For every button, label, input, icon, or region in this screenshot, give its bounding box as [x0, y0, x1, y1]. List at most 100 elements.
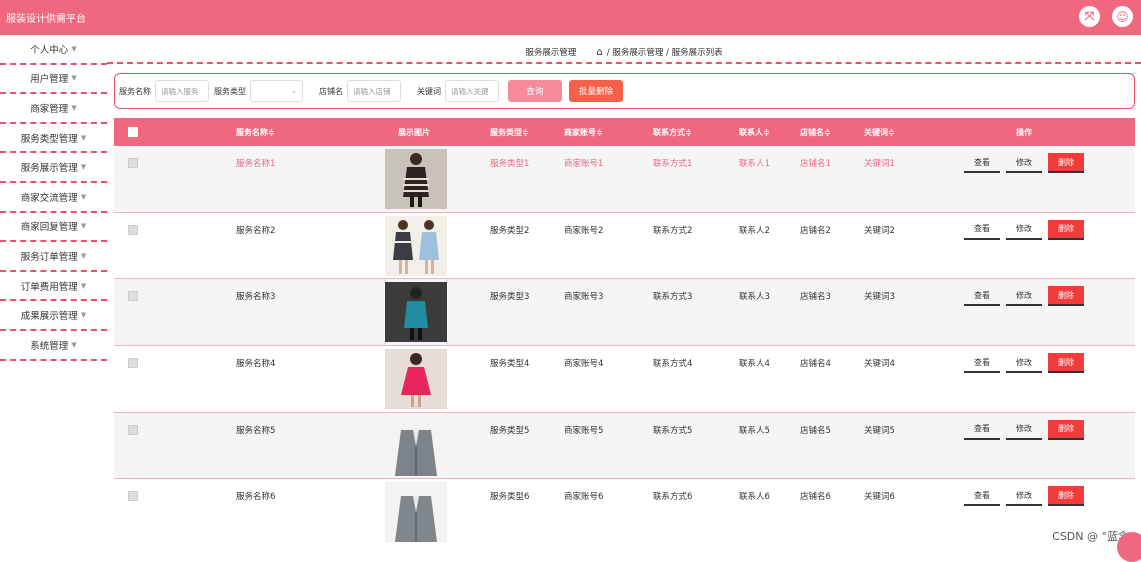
- sidebar-item-service-display[interactable]: 服务展示管理▼: [0, 153, 107, 183]
- sidebar-item-label: 商家管理: [30, 101, 68, 115]
- sidebar-item-system[interactable]: 系统管理▼: [0, 331, 107, 361]
- query-button[interactable]: 查询: [508, 80, 562, 102]
- cell-keyword: 关键词4: [864, 346, 895, 412]
- table-row: 服务名称5 服务类型5 商家账号5 联系方式5 联系人5 店铺名5 关键词5 查…: [114, 413, 1135, 480]
- product-image: [385, 216, 447, 276]
- cell-service-name: 服务名称6: [236, 479, 275, 546]
- service-name-input[interactable]: 请输入服务: [155, 80, 209, 102]
- cell-shop-name: 店铺名5: [800, 413, 831, 479]
- delete-button[interactable]: 删除: [1048, 153, 1084, 173]
- cell-service-type: 服务类型1: [490, 146, 529, 212]
- edit-button[interactable]: 修改: [1006, 486, 1042, 506]
- cell-shop-name: 店铺名6: [800, 479, 831, 546]
- header-keyword[interactable]: 关键词≑: [864, 118, 895, 146]
- select-all-checkbox[interactable]: [128, 127, 138, 137]
- breadcrumb-path[interactable]: / 服务展示管理 / 服务展示列表: [607, 46, 723, 58]
- sidebar-item-label: 订单费用管理: [21, 279, 78, 293]
- view-button[interactable]: 查看: [964, 153, 1000, 173]
- view-button[interactable]: 查看: [964, 420, 1000, 440]
- cell-service-type: 服务类型3: [490, 279, 529, 345]
- view-button[interactable]: 查看: [964, 486, 1000, 506]
- sidebar-item-merchant-reply[interactable]: 商家回复管理▼: [0, 213, 107, 243]
- cell-contact: 联系方式5: [653, 413, 692, 479]
- edit-button[interactable]: 修改: [1006, 420, 1042, 440]
- sidebar-item-merchant-chat[interactable]: 商家交流管理▼: [0, 183, 107, 213]
- cell-contact: 联系方式3: [653, 279, 692, 345]
- user-avatar-icon[interactable]: ☺: [1112, 6, 1133, 27]
- cell-service-type: 服务类型2: [490, 213, 529, 279]
- chevron-down-icon: ▼: [81, 193, 86, 201]
- product-image: [385, 482, 447, 542]
- batch-delete-button[interactable]: 批量删除: [569, 80, 623, 102]
- cell-contact-person: 联系人1: [739, 146, 770, 212]
- delete-button[interactable]: 删除: [1048, 286, 1084, 306]
- cell-keyword: 关键词6: [864, 479, 895, 546]
- cell-contact: 联系方式4: [653, 346, 692, 412]
- service-type-label: 服务类型: [214, 86, 246, 97]
- chevron-down-icon: ▼: [71, 341, 76, 349]
- sidebar-item-users[interactable]: 用户管理▼: [0, 65, 107, 95]
- service-table: 服务名称≑ 展示图片 服务类型≑ 商家账号≑ 联系方式≑ 联系人≑ 店铺名≑ 关…: [114, 118, 1135, 546]
- fullscreen-icon[interactable]: ⤧: [1079, 6, 1100, 27]
- cell-merchant-account: 商家账号4: [564, 346, 603, 412]
- cell-contact-person: 联系人6: [739, 479, 770, 546]
- table-row: 服务名称6 服务类型6 商家账号6 联系方式6 联系人6 店铺名6 关键词6 查…: [114, 479, 1135, 546]
- row-checkbox[interactable]: [128, 425, 138, 435]
- service-type-select[interactable]: ⌄: [250, 80, 303, 102]
- sidebar-item-merchants[interactable]: 商家管理▼: [0, 94, 107, 124]
- chevron-down-icon: ▼: [71, 45, 76, 53]
- cell-keyword: 关键词1: [864, 146, 895, 212]
- delete-button[interactable]: 删除: [1048, 353, 1084, 373]
- view-button[interactable]: 查看: [964, 286, 1000, 306]
- product-image: [385, 416, 447, 476]
- cell-keyword: 关键词5: [864, 413, 895, 479]
- shop-name-input[interactable]: 请输入店铺: [347, 80, 401, 102]
- cell-keyword: 关键词2: [864, 213, 895, 279]
- chevron-down-icon: ▼: [81, 222, 86, 230]
- header-service-type[interactable]: 服务类型≑: [490, 118, 529, 146]
- header-contact[interactable]: 联系方式≑: [653, 118, 692, 146]
- sidebar-item-orders[interactable]: 服务订单管理▼: [0, 242, 107, 272]
- delete-button[interactable]: 删除: [1048, 420, 1084, 440]
- row-checkbox[interactable]: [128, 358, 138, 368]
- sidebar-item-label: 商家回复管理: [21, 219, 78, 233]
- edit-button[interactable]: 修改: [1006, 153, 1042, 173]
- cell-service-name: 服务名称1: [236, 146, 275, 212]
- sidebar-item-personal[interactable]: 个人中心▼: [0, 35, 107, 65]
- table-row: 服务名称3 服务类型3 商家账号3 联系方式3 联系人3 店铺名3 关键词3 查…: [114, 279, 1135, 346]
- sidebar-item-order-fees[interactable]: 订单费用管理▼: [0, 272, 107, 302]
- chevron-down-icon: ▼: [81, 163, 86, 171]
- sidebar-item-service-types[interactable]: 服务类型管理▼: [0, 124, 107, 154]
- cell-contact: 联系方式1: [653, 146, 692, 212]
- cell-shop-name: 店铺名3: [800, 279, 831, 345]
- row-checkbox[interactable]: [128, 225, 138, 235]
- edit-button[interactable]: 修改: [1006, 286, 1042, 306]
- cell-contact: 联系方式2: [653, 213, 692, 279]
- delete-button[interactable]: 删除: [1048, 220, 1084, 240]
- delete-button[interactable]: 删除: [1048, 486, 1084, 506]
- sidebar-item-label: 用户管理: [30, 71, 68, 85]
- floating-action-button[interactable]: [1117, 532, 1141, 562]
- edit-button[interactable]: 修改: [1006, 353, 1042, 373]
- header-service-name[interactable]: 服务名称≑: [236, 118, 275, 146]
- sidebar-item-label: 商家交流管理: [21, 190, 78, 204]
- header-shop-name[interactable]: 店铺名≑: [800, 118, 831, 146]
- cell-merchant-account: 商家账号5: [564, 413, 603, 479]
- cell-merchant-account: 商家账号3: [564, 279, 603, 345]
- edit-button[interactable]: 修改: [1006, 220, 1042, 240]
- home-icon[interactable]: ⌂: [596, 47, 602, 58]
- sidebar-item-results[interactable]: 成果展示管理▼: [0, 301, 107, 331]
- cell-service-type: 服务类型4: [490, 346, 529, 412]
- view-button[interactable]: 查看: [964, 220, 1000, 240]
- keyword-input[interactable]: 请输入关键: [445, 80, 499, 102]
- view-button[interactable]: 查看: [964, 353, 1000, 373]
- header-merchant-account[interactable]: 商家账号≑: [564, 118, 603, 146]
- chevron-down-icon: ▼: [81, 134, 86, 142]
- cell-service-name: 服务名称2: [236, 213, 275, 279]
- row-checkbox[interactable]: [128, 158, 138, 168]
- row-checkbox[interactable]: [128, 491, 138, 501]
- header-contact-person[interactable]: 联系人≑: [739, 118, 770, 146]
- header-operations: 操作: [1016, 118, 1032, 146]
- product-image: [385, 282, 447, 342]
- row-checkbox[interactable]: [128, 291, 138, 301]
